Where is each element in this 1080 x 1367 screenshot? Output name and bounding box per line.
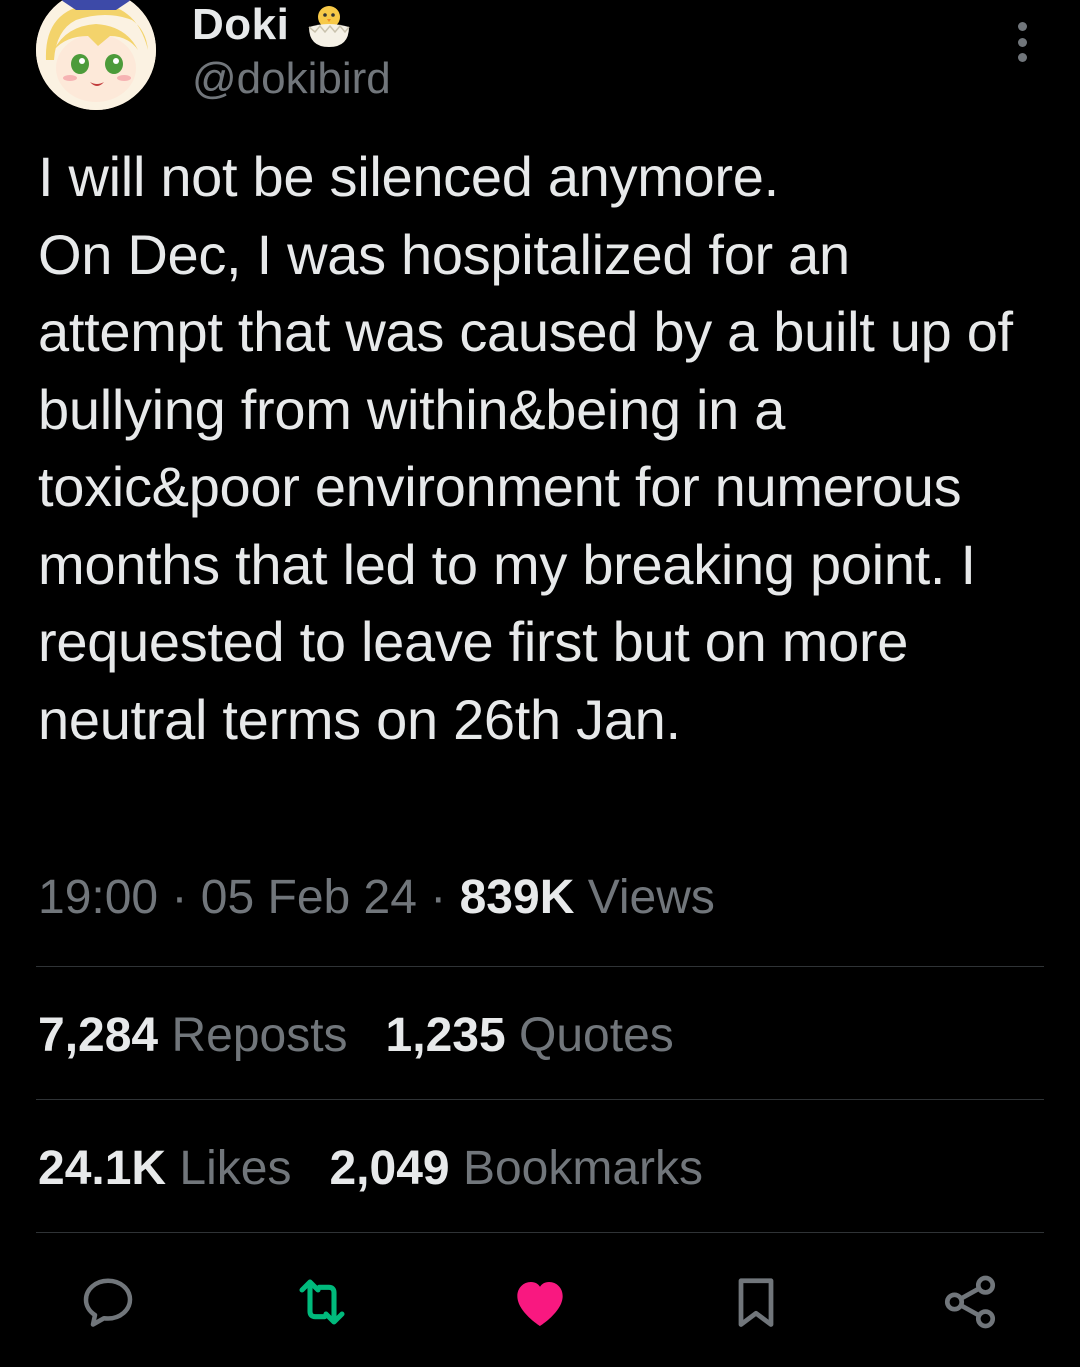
avatar[interactable] — [36, 0, 156, 110]
quotes-label: Quotes — [505, 1009, 674, 1062]
more-dot — [1017, 53, 1027, 62]
tweet-date[interactable]: 05 Feb 24 — [201, 871, 417, 924]
reply-icon — [83, 1278, 133, 1327]
tweet-time[interactable]: 19:00 — [38, 871, 158, 924]
quotes-stat[interactable]: 1,235 Quotes — [386, 1009, 674, 1062]
reply-button[interactable] — [68, 1262, 148, 1342]
author-handle[interactable]: @dokibird — [192, 54, 391, 104]
divider — [36, 1232, 1044, 1233]
meta-separator: · — [416, 871, 460, 924]
likes-label: Likes — [166, 1142, 292, 1195]
tweet-actions-bar — [0, 1262, 1080, 1342]
bookmarks-label: Bookmarks — [449, 1142, 704, 1195]
bookmarks-count: 2,049 — [329, 1142, 450, 1195]
author-names: Doki @dokibird — [192, 0, 391, 104]
bookmark-button[interactable] — [716, 1262, 796, 1342]
repost-icon — [299, 1279, 345, 1325]
likes-stat[interactable]: 24.1K Likes — [38, 1142, 291, 1195]
stats-row-reposts-quotes: 7,284 Reposts 1,235 Quotes — [38, 1008, 712, 1063]
views-count: 839K — [459, 871, 575, 924]
more-dot — [1017, 37, 1027, 47]
more-options-icon[interactable] — [1014, 22, 1030, 62]
more-dot — [1017, 22, 1027, 31]
hatching-chick-icon — [308, 6, 350, 47]
views-label: Views — [574, 871, 715, 924]
stats-row-likes-bookmarks: 24.1K Likes 2,049 Bookmarks — [38, 1141, 741, 1196]
like-button[interactable] — [500, 1262, 580, 1342]
heart-icon — [517, 1282, 563, 1326]
bookmarks-stat[interactable]: 2,049 Bookmarks — [329, 1142, 703, 1195]
share-icon — [944, 1275, 996, 1329]
meta-separator: · — [158, 871, 201, 924]
divider — [36, 966, 1044, 967]
display-name-row: Doki — [192, 0, 391, 50]
reposts-label: Reposts — [158, 1009, 348, 1062]
repost-button[interactable] — [282, 1262, 362, 1342]
bookmark-icon — [738, 1278, 774, 1327]
quotes-count: 1,235 — [385, 1009, 506, 1062]
display-name[interactable]: Doki — [192, 0, 289, 50]
tweet-header: Doki @dokibird — [36, 0, 1044, 120]
likes-count: 24.1K — [38, 1142, 167, 1195]
avatar-image — [36, 0, 156, 110]
reposts-count: 7,284 — [38, 1009, 159, 1062]
tweet-meta: 19:00 · 05 Feb 24 · 839K Views — [38, 870, 715, 925]
reposts-stat[interactable]: 7,284 Reposts — [38, 1009, 348, 1062]
share-button[interactable] — [930, 1262, 1010, 1342]
divider — [36, 1099, 1044, 1100]
tweet-text: I will not be silenced anymore. On Dec, … — [38, 145, 1013, 751]
